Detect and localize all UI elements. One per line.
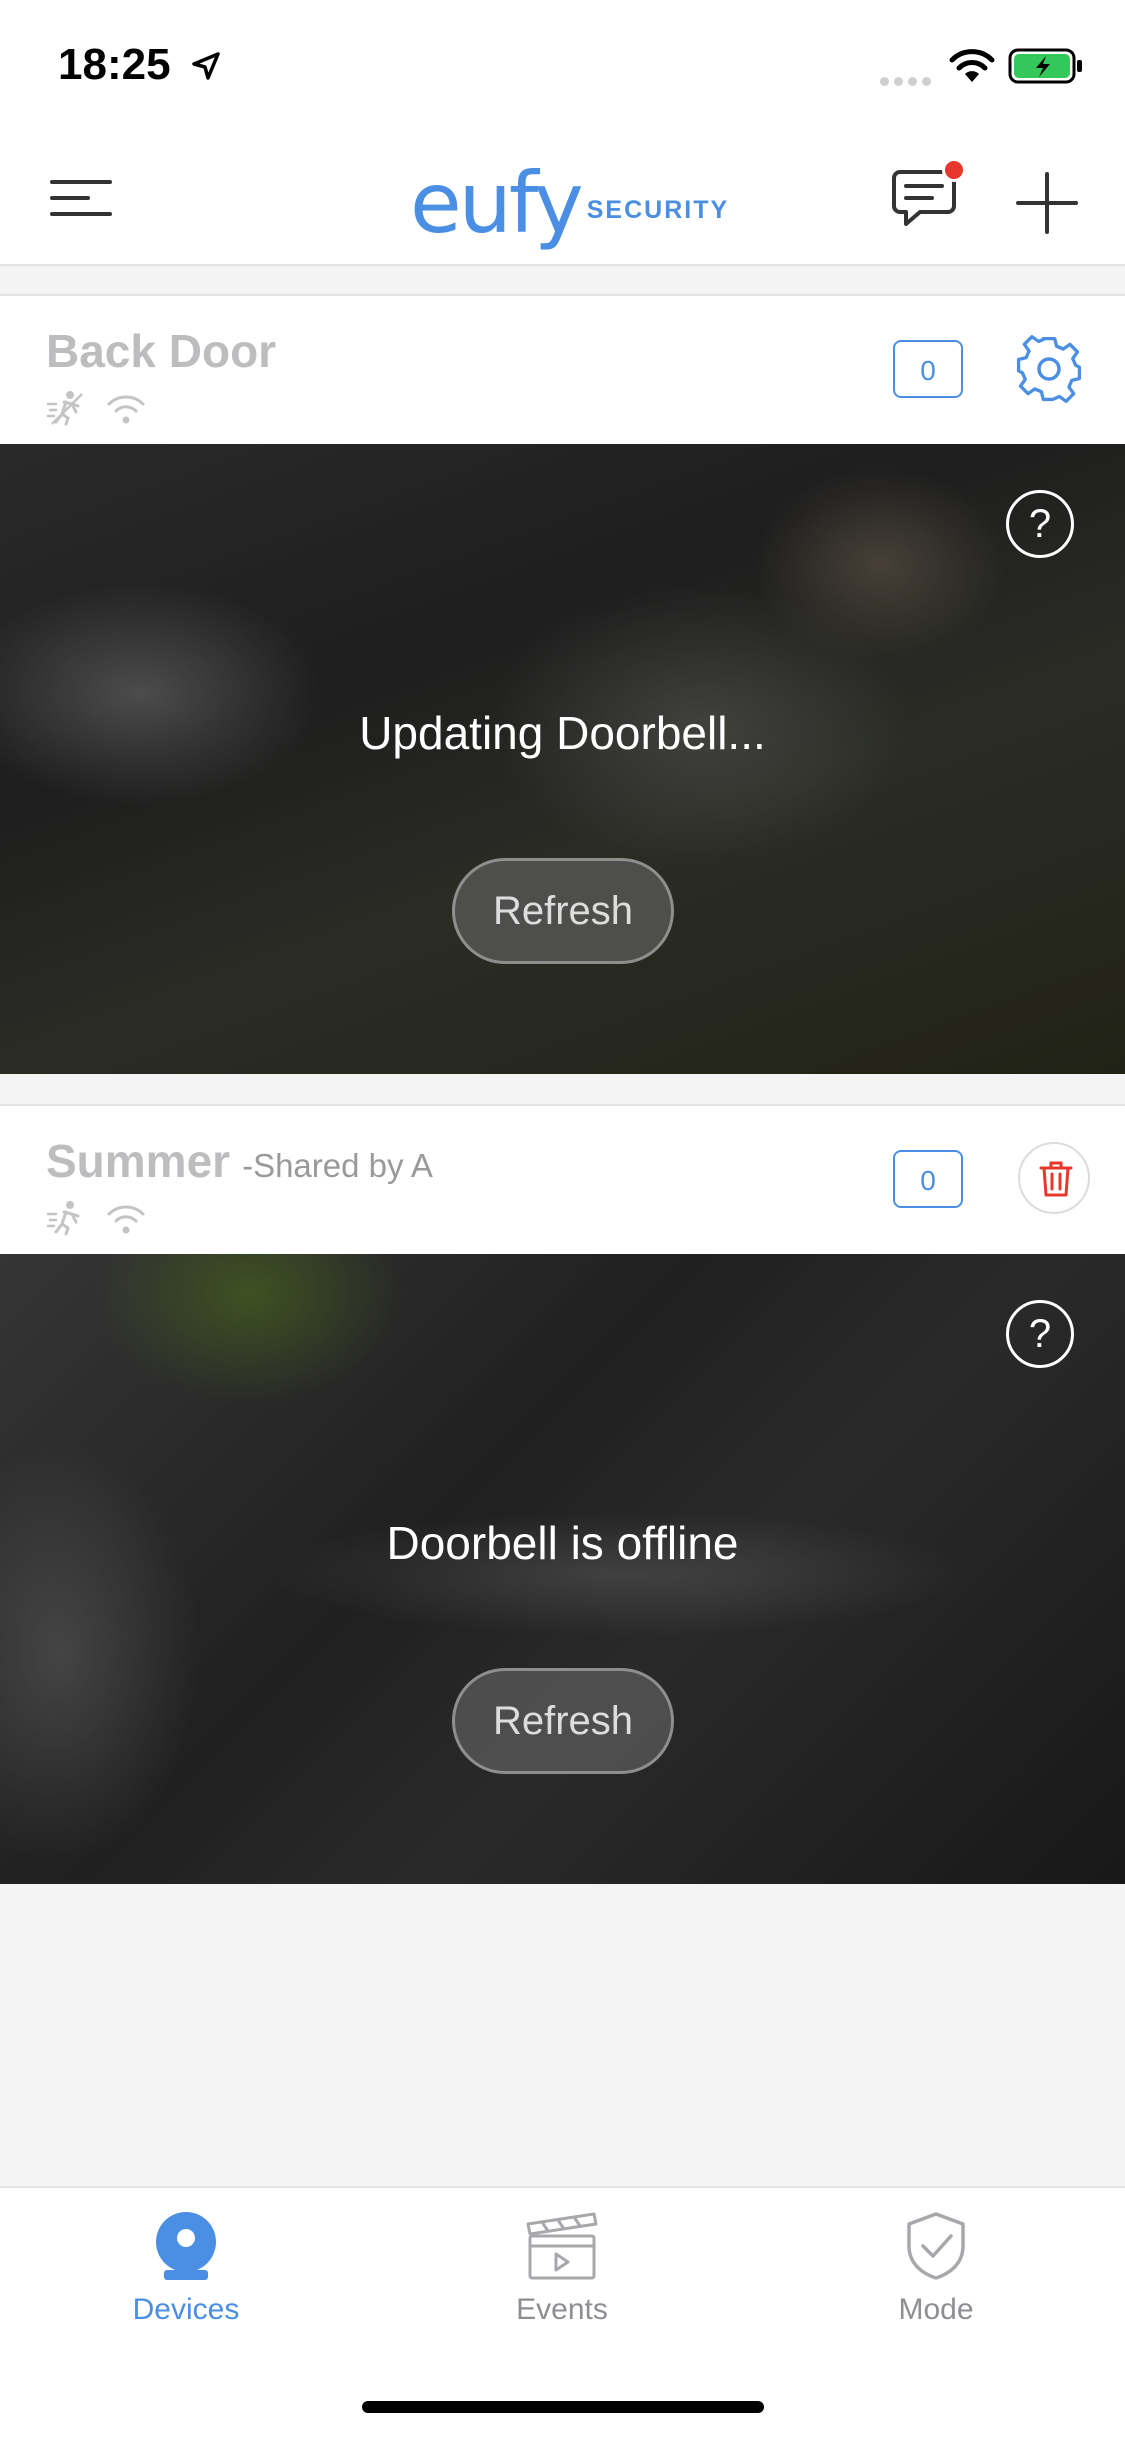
feed-status-message: Doorbell is offline [386, 1517, 739, 1569]
shield-check-icon [907, 2212, 965, 2280]
trash-icon [1039, 1161, 1073, 1197]
delete-button[interactable] [1018, 1142, 1090, 1214]
camera-preview[interactable]: ? Doorbell is offline Refresh [0, 1254, 1125, 1884]
tab-events[interactable]: Events [452, 2210, 672, 2327]
device-card-header[interactable]: Summer -Shared by A 0 [0, 1104, 1125, 1254]
location-arrow-icon [192, 52, 220, 80]
battery-icon [1008, 48, 1082, 84]
tab-label: Devices [132, 2293, 240, 2326]
home-indicator[interactable] [362, 2401, 764, 2413]
camera-preview[interactable]: ? Updating Doorbell... Refresh [0, 444, 1125, 1074]
feed-status-message: Updating Doorbell... [359, 707, 766, 759]
notification-badge [942, 158, 966, 182]
add-device-icon[interactable] [1016, 172, 1078, 234]
event-count-badge[interactable]: 0 [893, 1150, 963, 1208]
settings-gear-icon[interactable] [1012, 332, 1086, 406]
device-card-header[interactable]: Back Door 0 [0, 294, 1125, 444]
hamburger-menu-icon[interactable] [50, 174, 114, 222]
motion-detection-icon [46, 1201, 80, 1236]
tab-mode[interactable]: Mode [826, 2210, 1046, 2327]
cellular-signal-icon [880, 73, 936, 86]
logo-word: eufy [410, 154, 584, 252]
device-status-icons [46, 1200, 148, 1241]
event-count-badge[interactable]: 0 [893, 340, 963, 398]
status-time: 18:25 [58, 40, 171, 89]
refresh-button[interactable]: Refresh [452, 858, 674, 964]
logo-subtitle: SECURITY [586, 196, 730, 224]
clapperboard-icon [526, 2212, 598, 2280]
motion-detection-off-icon [46, 391, 83, 426]
device-status-icons [46, 390, 148, 431]
refresh-button[interactable]: Refresh [452, 1668, 674, 1774]
top-navigation-bar: eufy SECURITY [0, 132, 1125, 266]
help-button[interactable]: ? [1006, 490, 1074, 558]
help-button[interactable]: ? [1006, 1300, 1074, 1368]
wifi-icon [949, 49, 995, 82]
device-name: Summer -Shared by A [46, 1135, 433, 1187]
tab-label: Mode [898, 2293, 974, 2326]
eufy-security-logo: eufy SECURITY [410, 154, 729, 252]
wifi-signal-icon [107, 1205, 145, 1234]
camera-icon [156, 2212, 216, 2280]
status-bar: 18:25 [0, 0, 1125, 132]
tab-devices[interactable]: Devices [76, 2210, 296, 2327]
device-name: Back Door [46, 325, 277, 377]
wifi-signal-icon [107, 395, 145, 424]
tab-label: Events [516, 2293, 608, 2326]
